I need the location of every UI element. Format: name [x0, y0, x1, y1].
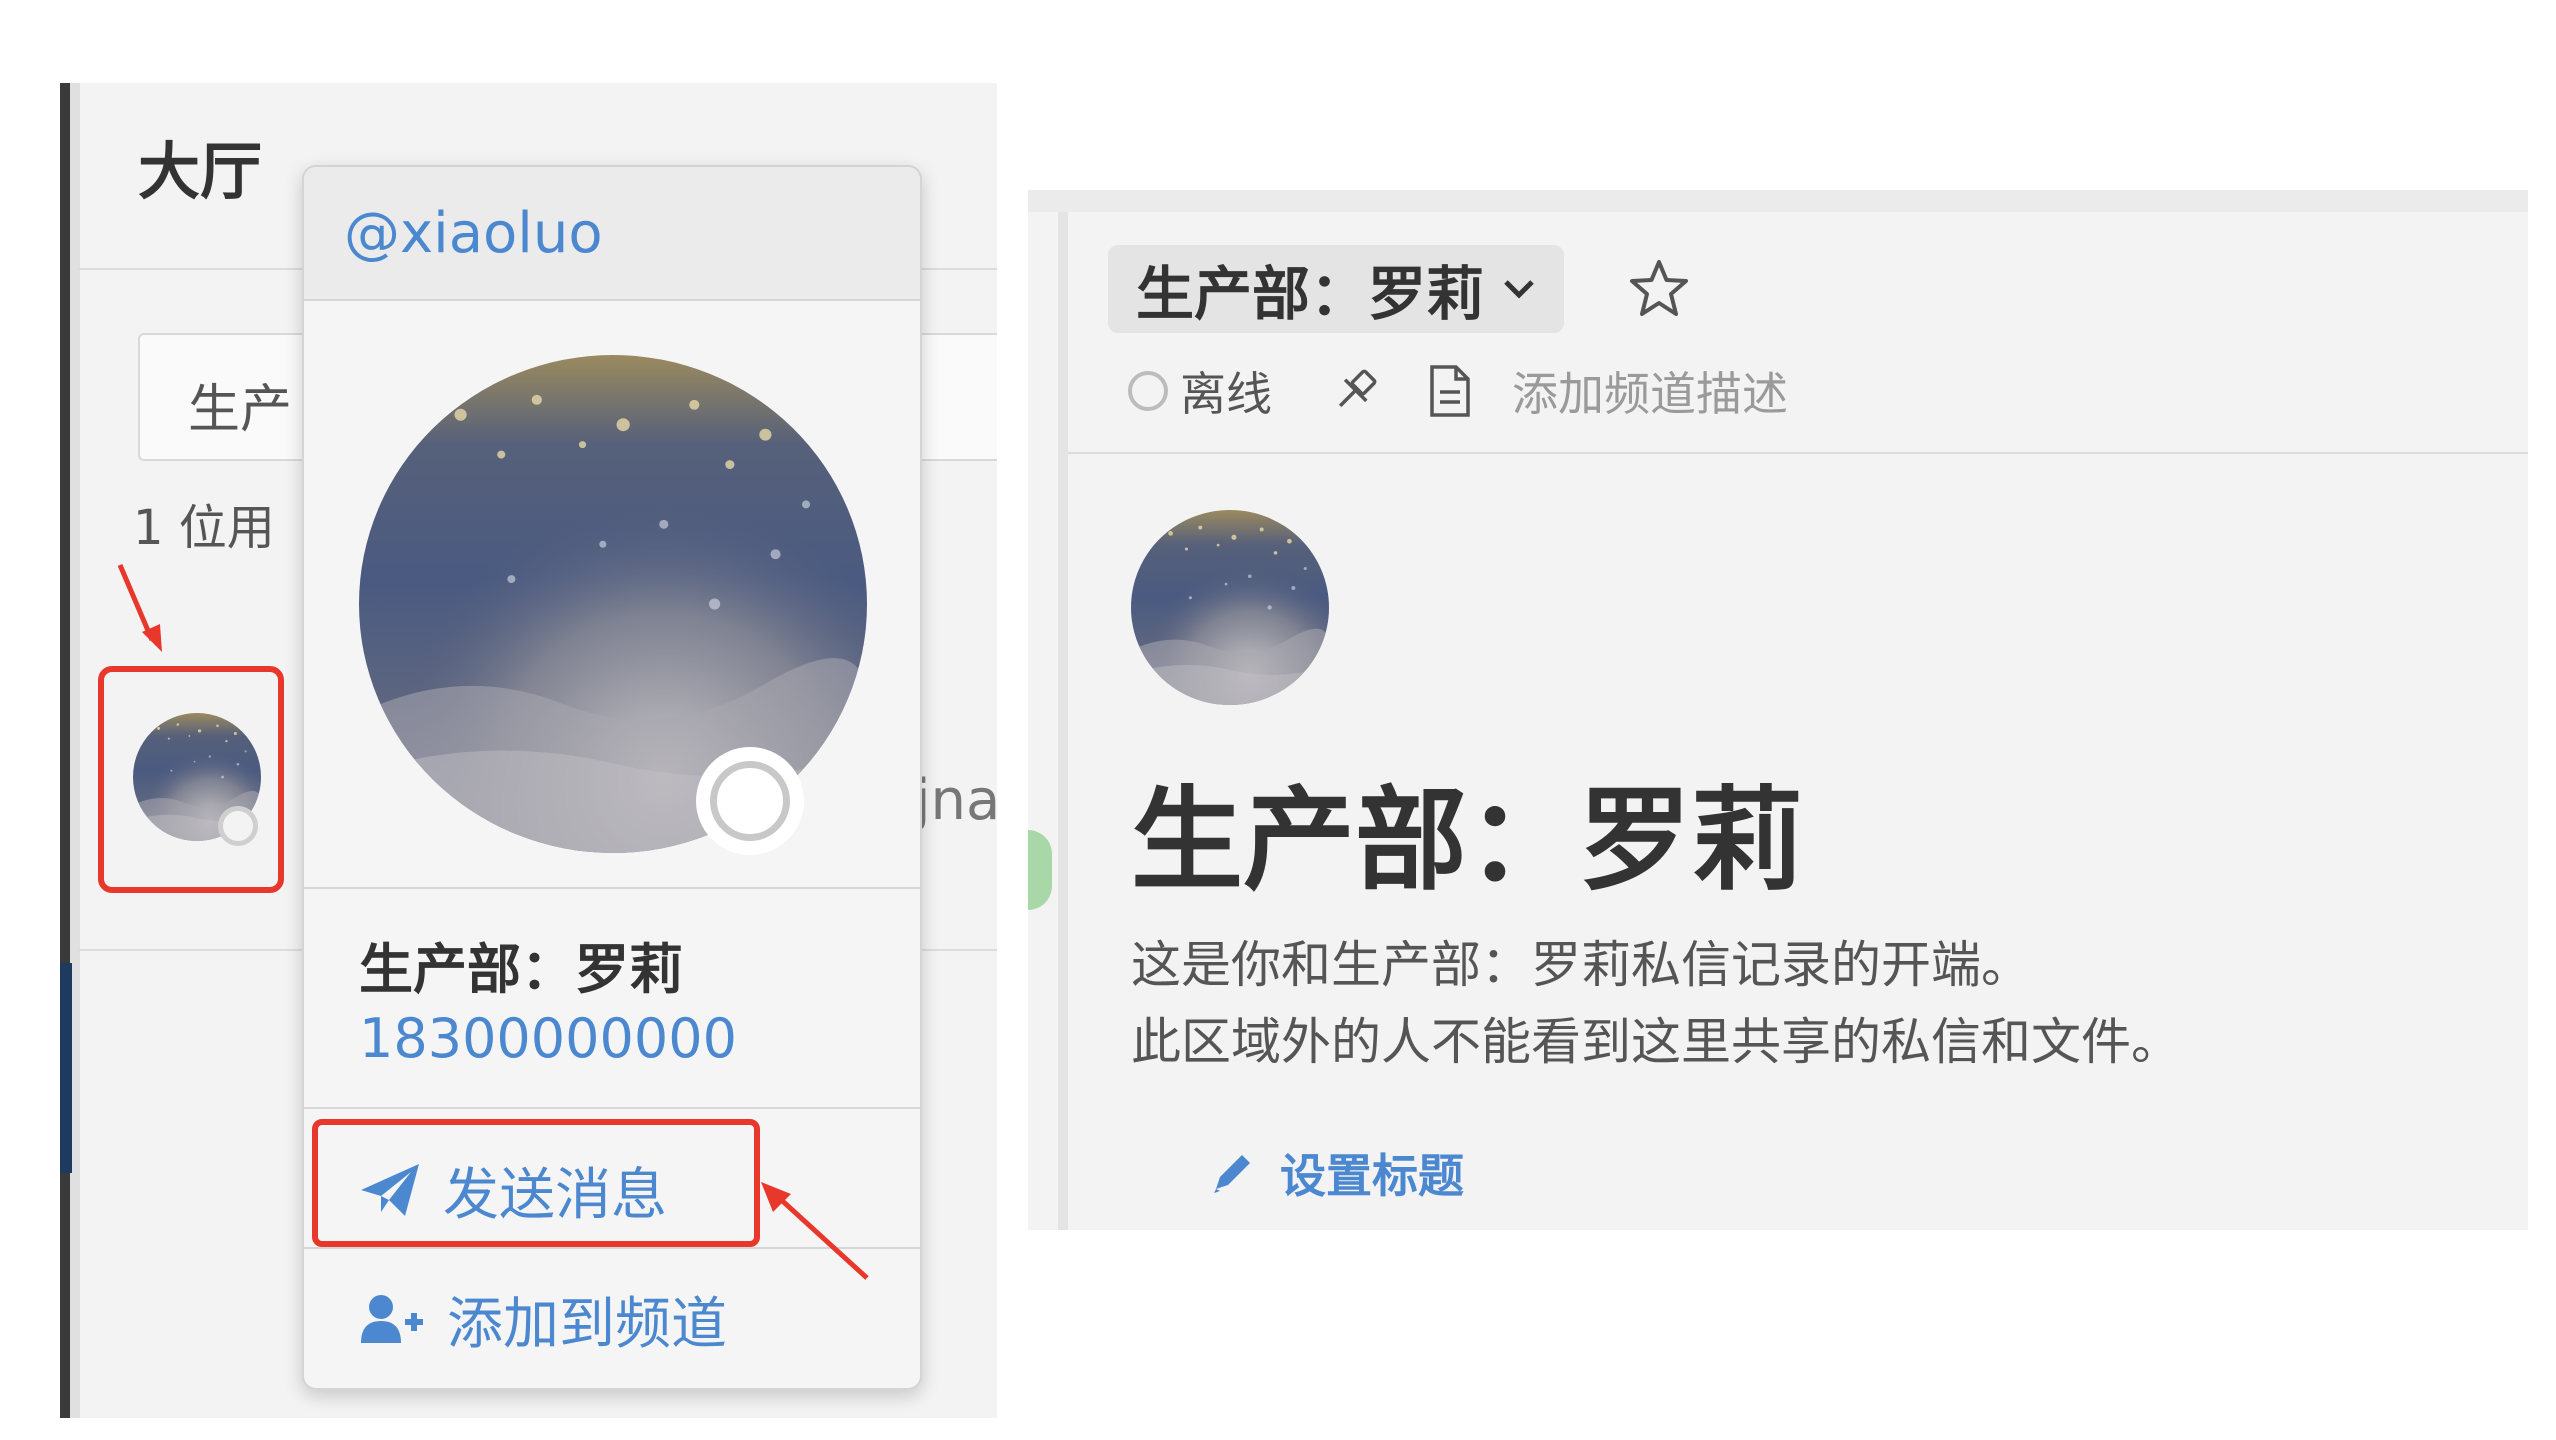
channel-title: 大厅 [138, 135, 263, 208]
divider [304, 887, 920, 889]
direct-message-panel: 生产部：罗莉 离线 添加频道描述 生产部：罗莉 这是你和生产部：罗莉私信记录的开… [1028, 190, 2528, 1230]
pin-icon[interactable] [1330, 366, 1380, 416]
red-arrow-icon [117, 564, 162, 652]
sea-avatar-image [1131, 510, 1329, 705]
star-icon[interactable] [1628, 258, 1690, 318]
channel-info-row: 离线 添加频道描述 [1128, 358, 1788, 424]
channel-name-dropdown[interactable]: 生产部：罗莉 [1108, 245, 1565, 333]
profile-full-name: 生产部：罗莉 [359, 938, 683, 1001]
member-name-text: jna [915, 768, 997, 833]
dm-avatar [1131, 510, 1329, 705]
sidebar-edge [60, 963, 72, 1173]
channel-name: 生产部：罗莉 [1136, 260, 1485, 328]
window-edge [60, 83, 70, 1418]
panel-top-edge [1028, 190, 2528, 212]
online-indicator-peek [1028, 830, 1052, 910]
add-user-icon [361, 1295, 423, 1343]
divider [1068, 452, 2528, 454]
offline-status-icon [1128, 371, 1168, 411]
member-count-label: 1 位用 [133, 500, 275, 556]
divider [304, 1107, 920, 1109]
status-label: 离线 [1180, 367, 1272, 421]
highlight-box [98, 666, 284, 893]
highlight-box [312, 1119, 760, 1247]
offline-status-icon [696, 747, 804, 855]
red-arrow-icon [761, 1182, 869, 1280]
profile-phone: 18300000000 [359, 1007, 737, 1070]
add-to-channel-button[interactable]: 添加到频道 [359, 1269, 727, 1369]
window-edge-inner [70, 83, 80, 1418]
add-channel-description-link[interactable]: 添加频道描述 [1512, 358, 1788, 424]
dm-intro-text: 这是你和生产部：罗莉私信记录的开端。 [1131, 936, 2031, 994]
panel-left-edge [1058, 212, 1068, 1230]
popover-username[interactable]: @xiaoluo [344, 201, 603, 266]
set-header-label: 设置标题 [1280, 1149, 1464, 1203]
dm-intro-text: 此区域外的人不能看到这里共享的私信和文件。 [1131, 1013, 2181, 1071]
chevron-down-icon [1504, 280, 1534, 299]
add-to-channel-label: 添加到频道 [447, 1291, 727, 1357]
dm-intro-title: 生产部：罗莉 [1131, 776, 1803, 906]
set-header-button[interactable]: 设置标题 [1208, 1140, 1464, 1206]
pencil-icon [1214, 1155, 1250, 1193]
file-icon[interactable] [1428, 364, 1472, 418]
search-value: 生产 [188, 380, 293, 440]
